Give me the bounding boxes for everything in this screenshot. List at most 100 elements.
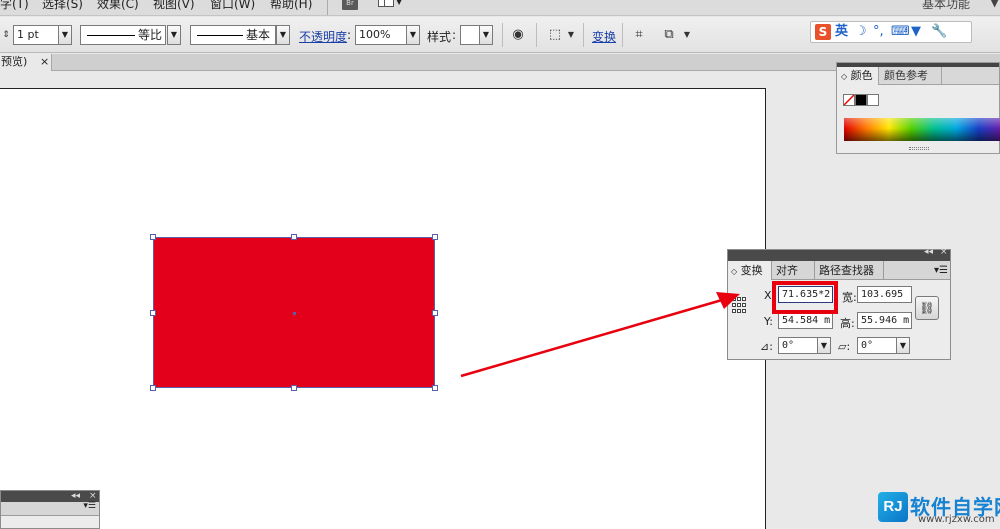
menu-help[interactable]: 帮助(H) <box>270 0 312 12</box>
tab-toggle-icon: ◇ <box>841 72 848 81</box>
color-panel-tabs: ◇ 颜色 颜色参考 <box>837 67 999 85</box>
document-tab[interactable]: 预览) × <box>0 54 52 71</box>
opacity-dropdown[interactable]: ▼ <box>406 25 420 45</box>
menu-type[interactable]: 字(T) <box>0 0 29 12</box>
tab-transform[interactable]: ◇ 变换 <box>728 261 772 280</box>
y-label: Y: <box>764 315 773 328</box>
rotate-dropdown[interactable]: ▼ <box>817 337 831 354</box>
watermark-logo: RJ <box>878 492 908 522</box>
workspace-chevron-icon[interactable]: ▼ <box>990 0 999 9</box>
profile-dropdown[interactable]: ▼ <box>167 25 181 45</box>
stroke-weight-dropdown[interactable]: ▼ <box>58 25 72 45</box>
panel-menu-icon[interactable]: ▾☰ <box>83 501 96 511</box>
close-icon[interactable]: × <box>940 247 948 257</box>
y-field[interactable]: 54.584 m <box>778 312 833 329</box>
tab-pathfinder-label: 路径查找器 <box>819 264 874 277</box>
site-watermark: RJ 软件自学网 www.rjzxw.com <box>878 492 1000 526</box>
height-field[interactable]: 55.946 m <box>857 312 912 329</box>
keyboard-icon[interactable]: ⌨ <box>891 24 910 40</box>
wrench-icon[interactable]: 🔧 <box>931 24 947 40</box>
tab-transform-label: 变换 <box>740 264 763 277</box>
tab-color-label: 颜色 <box>850 69 873 82</box>
x-field-highlight <box>772 281 838 314</box>
bridge-button[interactable]: Br <box>342 0 358 10</box>
style-label: 样式 <box>427 30 452 44</box>
stroke-weight-field[interactable]: 1 pt <box>13 25 59 45</box>
skin-icon[interactable]: ▼ <box>911 24 921 40</box>
resize-grip[interactable] <box>909 147 929 150</box>
arrange-documents-button[interactable]: ▼ <box>378 0 404 11</box>
none-swatch[interactable] <box>843 94 855 106</box>
shear-dropdown[interactable]: ▼ <box>896 337 910 354</box>
menu-effect[interactable]: 效果(C) <box>97 0 139 12</box>
opacity-link[interactable]: 不透明度 <box>299 28 347 45</box>
panel-titlebar[interactable]: ◂◂ × <box>728 247 950 261</box>
resize-handle-bottom-left[interactable] <box>150 385 156 391</box>
constrain-proportions-button[interactable]: ⛓ <box>915 296 939 320</box>
stroke-weight-stepper-icon[interactable]: ⇕ <box>0 26 12 44</box>
menu-view[interactable]: 视图(V) <box>153 0 195 12</box>
transform-options-icon[interactable]: ⧉ <box>660 26 678 44</box>
menu-separator <box>327 0 328 15</box>
tab-toggle-icon: ◇ <box>731 267 738 276</box>
close-icon[interactable]: × <box>40 54 49 70</box>
brush-dropdown[interactable]: ▼ <box>276 25 290 45</box>
width-label: 宽: <box>842 291 857 304</box>
resize-handle-bottom-right[interactable] <box>432 385 438 391</box>
ime-lang-toggle[interactable]: 英 <box>835 24 848 40</box>
isolate-icon[interactable]: ⌗ <box>630 26 648 44</box>
black-swatch[interactable] <box>855 94 867 106</box>
menu-select[interactable]: 选择(S) <box>42 0 83 12</box>
chevron-down-icon[interactable]: ▼ <box>678 26 696 44</box>
tab-pathfinder[interactable]: 路径查找器 <box>816 261 884 280</box>
toolbar-separator <box>583 23 584 47</box>
brush-preview-line <box>197 35 243 36</box>
tab-align[interactable]: 对齐 <box>773 261 815 280</box>
collapsed-panel: ◂◂ × ▾☰ <box>0 490 100 529</box>
height-label: 高: <box>840 317 855 330</box>
toolbar-separator <box>502 23 503 47</box>
opacity-colon: : <box>347 28 352 42</box>
profile-preview-line <box>87 35 135 36</box>
resize-handle-top-left[interactable] <box>150 234 156 240</box>
style-swatch[interactable] <box>460 25 480 45</box>
layout-grid-icon <box>378 0 394 7</box>
resize-handle-left[interactable] <box>150 310 156 316</box>
resize-handle-bottom[interactable] <box>291 385 297 391</box>
resize-handle-top[interactable] <box>291 234 297 240</box>
punctuation-icon[interactable]: °, <box>873 24 884 40</box>
opacity-field[interactable]: 100% <box>355 25 407 45</box>
resize-handle-right[interactable] <box>432 310 438 316</box>
collapse-icon[interactable]: ◂◂ <box>71 491 80 501</box>
recolor-icon[interactable]: ◉ <box>509 26 527 44</box>
color-spectrum[interactable] <box>844 118 1000 141</box>
brush-definition[interactable]: 基本 <box>190 25 276 45</box>
close-icon[interactable]: × <box>89 491 97 501</box>
width-field[interactable]: 103.695 <box>857 286 912 303</box>
workspace-switcher[interactable]: 基本功能 <box>922 0 970 12</box>
tab-color[interactable]: ◇ 颜色 <box>837 67 879 85</box>
chevron-down-icon: ▼ <box>396 0 403 6</box>
resize-handle-top-right[interactable] <box>432 234 438 240</box>
reference-point-icon[interactable] <box>732 297 746 313</box>
shear-field[interactable]: 0° <box>857 337 897 354</box>
shear-label: ▱: <box>838 340 851 353</box>
tab-color-guide[interactable]: 颜色参考 <box>880 67 942 85</box>
ime-logo[interactable]: S <box>815 24 831 40</box>
brush-label: 基本 <box>246 28 271 42</box>
style-colon: : <box>452 28 457 42</box>
chevron-down-icon[interactable]: ▼ <box>562 26 580 44</box>
style-dropdown[interactable]: ▼ <box>479 25 493 45</box>
rotate-field[interactable]: 0° <box>778 337 818 354</box>
collapse-icon[interactable]: ◂◂ <box>924 247 933 257</box>
color-panel: ◇ 颜色 颜色参考 <box>836 62 1000 154</box>
tab-align-label: 对齐 <box>776 264 798 277</box>
white-swatch[interactable] <box>867 94 879 106</box>
variable-width-profile[interactable]: 等比 <box>80 25 166 45</box>
ime-toolbar: S 英 ☽ °, ⌨ ▼ 🔧 <box>810 21 972 43</box>
menu-window[interactable]: 窗口(W) <box>210 0 255 12</box>
panel-tabs: ▾☰ <box>1 501 99 516</box>
transform-link[interactable]: 变换 <box>592 28 616 45</box>
moon-icon[interactable]: ☽ <box>855 24 867 40</box>
panel-menu-icon[interactable]: ▾☰ <box>934 261 948 280</box>
